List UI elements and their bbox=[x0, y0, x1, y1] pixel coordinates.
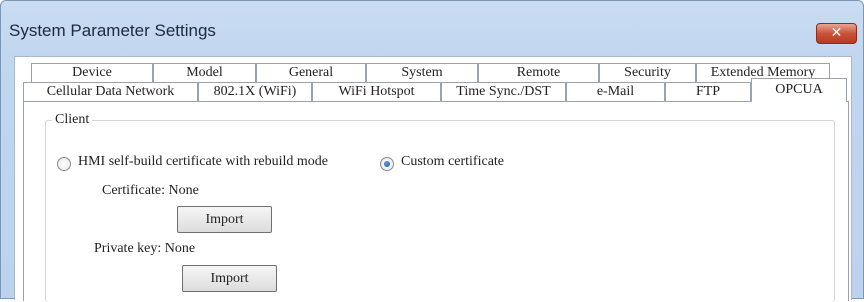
tab-8021x-wifi[interactable]: 802.1X (WiFi) bbox=[198, 82, 312, 101]
tab-system[interactable]: System bbox=[366, 63, 478, 82]
tab-security[interactable]: Security bbox=[599, 63, 696, 82]
tab-general[interactable]: General bbox=[256, 63, 366, 82]
client-group-label: Client bbox=[52, 112, 93, 128]
client-groupbox: Client HMI self-build certificate with r… bbox=[45, 112, 835, 302]
tab-email[interactable]: e-Mail bbox=[566, 82, 665, 101]
certificate-status: Certificate: None bbox=[102, 183, 199, 198]
close-icon: ✕ bbox=[830, 25, 843, 41]
tab-time-sync-dst[interactable]: Time Sync./DST bbox=[441, 82, 566, 101]
title-bar[interactable]: System Parameter Settings ✕ bbox=[1, 1, 863, 49]
private-key-status: Private key: None bbox=[94, 241, 196, 256]
tab-wifi-hotspot[interactable]: WiFi Hotspot bbox=[312, 82, 441, 101]
import-private-key-button[interactable]: Import bbox=[182, 265, 277, 292]
window-title: System Parameter Settings bbox=[9, 21, 216, 40]
tab-panel-opcua: Client HMI self-build certificate with r… bbox=[23, 101, 849, 302]
radio-selected-icon bbox=[384, 161, 390, 167]
close-button[interactable]: ✕ bbox=[816, 23, 857, 44]
tab-row-2: Cellular Data Network 802.1X (WiFi) WiFi… bbox=[23, 78, 847, 102]
tab-model[interactable]: Model bbox=[153, 63, 256, 82]
tab-cellular-data-network[interactable]: Cellular Data Network bbox=[23, 82, 198, 101]
tab-ftp[interactable]: FTP bbox=[665, 82, 751, 101]
dialog-body: Device Model General System Remote Secur… bbox=[14, 56, 852, 302]
tab-device[interactable]: Device bbox=[31, 63, 153, 82]
tab-remote[interactable]: Remote bbox=[478, 63, 599, 82]
radio-custom-label[interactable]: Custom certificate bbox=[401, 154, 504, 170]
dialog-window: System Parameter Settings ✕ Device Model… bbox=[0, 0, 864, 302]
radio-self-build-certificate[interactable] bbox=[57, 157, 71, 171]
tab-opcua[interactable]: OPCUA bbox=[751, 78, 847, 102]
radio-self-build-label[interactable]: HMI self-build certificate with rebuild … bbox=[78, 154, 328, 170]
tab-row-1: Device Model General System Remote Secur… bbox=[31, 63, 830, 82]
import-certificate-button[interactable]: Import bbox=[177, 206, 272, 233]
radio-custom-certificate[interactable] bbox=[380, 157, 394, 171]
